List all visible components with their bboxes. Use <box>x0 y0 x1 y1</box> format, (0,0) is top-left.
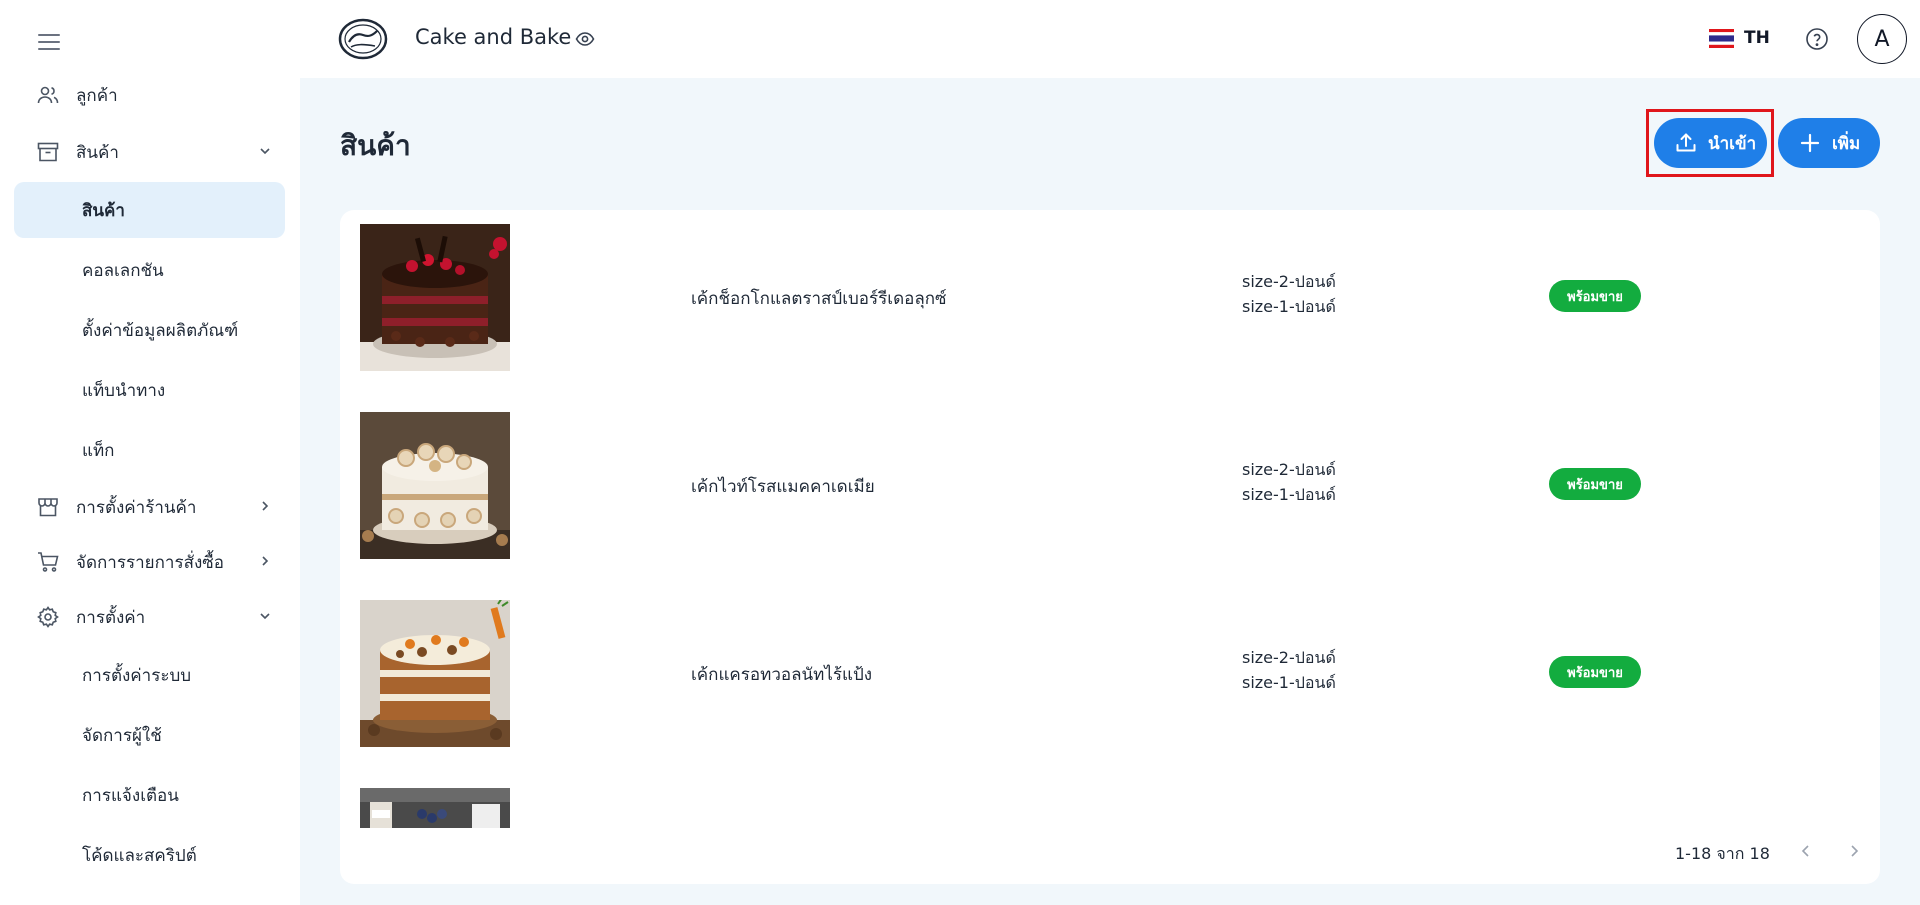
sidebar-item-orders[interactable]: จัดการรายการสั่งซื้อ <box>14 537 286 587</box>
avatar-initial: A <box>1874 26 1890 52</box>
gear-icon <box>37 606 59 628</box>
sidebar-item-label: สินค้า <box>76 142 119 163</box>
product-name[interactable]: เค้กแครอทวอลนัทไร้แป้ง <box>691 661 872 688</box>
sidebar-subitem-code-scripts[interactable]: โค้ดและสคริปต์ <box>14 827 285 883</box>
product-row[interactable]: เค้กแครอทวอลนัทไร้แป้ง size-2-ปอนด์ size… <box>340 593 1880 781</box>
users-icon <box>37 86 59 104</box>
product-variants: size-2-ปอนด์ size-1-ปอนด์ <box>1242 269 1336 319</box>
pagination-summary: 1-18 จาก 18 <box>1675 844 1770 863</box>
variant-label: size-1-ปอนด์ <box>1242 485 1336 504</box>
language-selector[interactable]: TH <box>1744 28 1770 48</box>
sidebar-item-products[interactable]: สินค้า <box>14 127 286 177</box>
sidebar-subitem-label: การตั้งค่าระบบ <box>82 665 192 686</box>
variant-label: size-2-ปอนด์ <box>1242 460 1336 479</box>
variant-label: size-1-ปอนด์ <box>1242 673 1336 692</box>
chevron-right-icon[interactable] <box>1845 842 1863 860</box>
page-title: สินค้า <box>340 129 411 162</box>
storefront-icon <box>38 498 58 517</box>
sidebar-subitem-label: แท็ก <box>82 440 115 461</box>
chevron-left-icon[interactable] <box>1797 842 1815 860</box>
add-button[interactable]: เพิ่ม <box>1778 118 1880 168</box>
upload-icon <box>1676 133 1696 152</box>
variant-label: size-1-ปอนด์ <box>1242 297 1336 316</box>
chevron-down-icon[interactable] <box>258 144 272 158</box>
sidebar-subitem-label: คอลเลกชัน <box>82 260 164 281</box>
sidebar-subitem-label: แท็บนำทาง <box>82 380 166 401</box>
variant-label: size-2-ปอนด์ <box>1242 272 1336 291</box>
chevron-down-icon[interactable] <box>258 609 272 623</box>
sidebar-item-label: การตั้งค่า <box>76 607 146 628</box>
company-logo <box>338 18 388 60</box>
archive-box-icon <box>37 142 59 162</box>
product-name[interactable]: เค้กช็อกโกแลตราสป์เบอร์รีเดอลุกซ์ <box>691 285 947 312</box>
product-list-card: เค้กช็อกโกแลตราสป์เบอร์รีเดอลุกซ์ size-2… <box>340 210 1880 884</box>
sidebar-subitem-products[interactable]: สินค้า <box>14 182 285 238</box>
product-variants: size-2-ปอนด์ size-1-ปอนด์ <box>1242 457 1336 507</box>
sidebar-subitem-label: สินค้า <box>82 200 125 221</box>
shop-name: Cake and Bake <box>415 25 572 49</box>
chevron-right-icon[interactable] <box>258 554 272 568</box>
sidebar-subitem-collections[interactable]: คอลเลกชัน <box>14 242 285 298</box>
menu-toggle-icon[interactable] <box>38 34 60 50</box>
status-badge: พร้อมขาย <box>1549 468 1641 500</box>
sidebar-item-label: ลูกค้า <box>76 85 118 106</box>
product-row[interactable]: เค้กช็อกโกแลตราสป์เบอร์รีเดอลุกซ์ size-2… <box>340 217 1880 405</box>
status-badge: พร้อมขาย <box>1549 656 1641 688</box>
cart-icon <box>38 552 59 572</box>
import-button[interactable]: นำเข้า <box>1654 118 1767 168</box>
sidebar-subitem-product-settings[interactable]: ตั้งค่าข้อมูลผลิตภัณฑ์ <box>14 302 285 358</box>
variant-label: size-2-ปอนด์ <box>1242 648 1336 667</box>
status-badge: พร้อมขาย <box>1549 280 1641 312</box>
product-thumbnail[interactable] <box>360 412 510 559</box>
product-thumbnail[interactable] <box>360 788 510 828</box>
sidebar-subitem-system-settings[interactable]: การตั้งค่าระบบ <box>14 647 285 703</box>
product-row[interactable]: เค้กไวท์โรสแมคคาเดเมีย size-2-ปอนด์ size… <box>340 405 1880 593</box>
sidebar-subitem-notifications[interactable]: การแจ้งเตือน <box>14 767 285 823</box>
sidebar: ลูกค้า สินค้า สินค้า คอลเลกชัน ตั้งค่าข้… <box>0 0 300 905</box>
sidebar-subitem-label: จัดการผู้ใช้ <box>82 725 162 746</box>
add-button-label: เพิ่ม <box>1832 133 1861 154</box>
sidebar-item-label: จัดการรายการสั่งซื้อ <box>76 552 225 573</box>
avatar[interactable]: A <box>1857 14 1907 64</box>
sidebar-item-customers[interactable]: ลูกค้า <box>14 70 286 120</box>
product-name[interactable]: เค้กไวท์โรสแมคคาเดเมีย <box>691 473 875 500</box>
eye-icon[interactable] <box>575 30 595 48</box>
import-button-label: นำเข้า <box>1708 133 1757 154</box>
product-variants: size-2-ปอนด์ size-1-ปอนด์ <box>1242 645 1336 695</box>
top-header: Cake and Bake TH A <box>300 0 1920 78</box>
product-row[interactable] <box>340 781 1880 828</box>
sidebar-subitem-label: โค้ดและสคริปต์ <box>82 845 197 866</box>
help-icon[interactable] <box>1805 27 1829 51</box>
sidebar-subitem-label: การแจ้งเตือน <box>82 785 179 806</box>
sidebar-subitem-tags[interactable]: แท็ก <box>14 422 285 478</box>
sidebar-subitem-nav-tabs[interactable]: แท็บนำทาง <box>14 362 285 418</box>
product-thumbnail[interactable] <box>360 224 510 371</box>
sidebar-subitem-label: ตั้งค่าข้อมูลผลิตภัณฑ์ <box>82 320 239 341</box>
plus-icon <box>1800 133 1820 153</box>
chevron-right-icon[interactable] <box>258 499 272 513</box>
sidebar-subitem-user-management[interactable]: จัดการผู้ใช้ <box>14 707 285 763</box>
sidebar-item-label: การตั้งค่าร้านค้า <box>76 497 197 518</box>
thai-flag-icon[interactable] <box>1709 29 1734 48</box>
product-thumbnail[interactable] <box>360 600 510 747</box>
sidebar-item-store-settings[interactable]: การตั้งค่าร้านค้า <box>14 482 286 532</box>
sidebar-item-settings[interactable]: การตั้งค่า <box>14 592 286 642</box>
